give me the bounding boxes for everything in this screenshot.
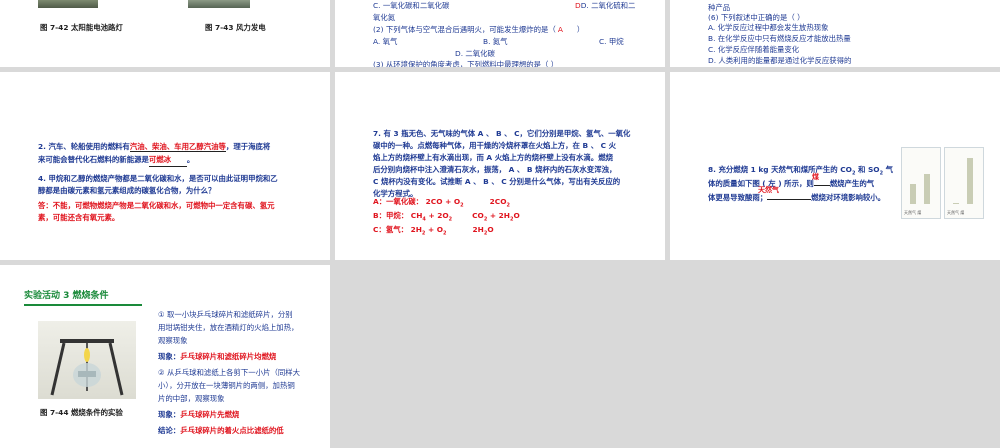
question-line: 来可能会替代化石燃料的新能源是可燃冰。 <box>38 154 194 167</box>
slide-4: 2. 汽车、轮船使用的燃料有汽油、柴油、车用乙醇汽油等，理于海底将 来可能会替代… <box>0 72 330 260</box>
equation-rhs: + 2H <box>487 211 510 220</box>
observation-label: 现象： <box>158 410 181 419</box>
question-text: D. 二氧化硫和二 <box>580 1 636 10</box>
title-underline <box>24 304 142 306</box>
question-line: 氧化氮 <box>373 13 396 22</box>
step-line: 片的中部，观察现象 <box>158 394 225 403</box>
equation-c: C：氢气： 2H2 + O2 2H2O <box>373 224 494 236</box>
answer-blank: 汽油、柴油、车用乙醇汽油等 <box>129 142 226 152</box>
conclusion: 结论：乒乓球碎片的着火点比滤纸的低 <box>158 425 284 437</box>
option-a: A. 氧气 <box>373 37 398 46</box>
chart-bar <box>924 174 930 204</box>
question-line: C. 一氧化碳和二氧化碳 <box>373 1 450 10</box>
subscript: 2 <box>443 230 447 237</box>
experiment-photo <box>38 321 136 399</box>
question-text: 燃烧产生的气 <box>829 179 875 188</box>
question-text: 气 <box>883 165 894 174</box>
figure-caption: 图 7-42 太阳能电池路灯 <box>40 23 123 32</box>
step-line: ① 取一小块乒乓球碎片和滤纸碎片，分别 <box>158 310 293 319</box>
question-text: 体更易导致酸雨； <box>708 193 768 202</box>
subscript: 2 <box>460 202 464 209</box>
step-line: ② 从乒乓球和滤纸上各剪下一小片（同样大 <box>158 368 301 377</box>
subscript: 2 <box>506 202 510 209</box>
option-d: D. 人类利用的能量都是通过化学反应获得的 <box>708 56 852 65</box>
question-line: 2. 汽车、轮船使用的燃料有汽油、柴油、车用乙醇汽油等，理于海底将 <box>38 141 270 153</box>
observation-text: 乒乓球碎片和滤纸碎片均燃烧 <box>180 352 277 361</box>
answer-text: 素，可能还含有氧元素。 <box>38 213 120 222</box>
observation-2: 现象：乒乓球碎片先燃烧 <box>158 409 239 421</box>
chart-bar <box>953 203 959 204</box>
question-line: 醇都是由碳元素和氢元素组成的碳氢化合物，为什么？ <box>38 186 216 195</box>
question-line: 7. 有 3 瓶无色、无气味的气体 A 、 B 、 C，它们分别是甲烷、氢气、一… <box>373 129 631 138</box>
question-line: 体的质量如下图 ( 左 ) 所示，则 燃烧产生的气 <box>708 178 874 190</box>
question-text: 。 <box>186 155 195 164</box>
equation-lhs: + O <box>425 225 444 234</box>
question-text: ，理于海底将 <box>225 142 271 151</box>
equation-a: A：一氧化碳： 2CO + O2 2CO2 <box>373 196 510 208</box>
activity-title: 实验活动 3 燃烧条件 <box>24 291 109 301</box>
chart-bar <box>967 158 973 204</box>
step-line: 用坩埚钳夹住，放在酒精灯的火焰上加热， <box>158 323 299 332</box>
equation-rhs: CO <box>472 211 484 220</box>
question-text: 2. 汽车、轮船使用的燃料有 <box>38 142 130 151</box>
slide-7: 实验活动 3 燃烧条件 图 7-44 燃烧条件的实验 ① 取一小块乒乓球碎片和滤… <box>0 265 330 448</box>
question-line: (2) 下列气体与空气混合后遇明火，可能发生爆炸的是（ A ） <box>373 24 584 36</box>
observation-text: 乒乓球碎片先燃烧 <box>180 410 240 419</box>
chart-bar <box>910 184 916 204</box>
equation-rhs: O <box>513 211 520 220</box>
question-line: C 烧杯内没有变化。试推断 A 、 B 、 C 分别是什么气体，写出有关反应的 <box>373 177 621 186</box>
chart-caption: 天然气 煤 <box>904 210 922 215</box>
subscript: 2 <box>448 216 453 223</box>
slide-2: C. 一氧化碳和二氧化碳 DD. 二氧化硫和二 氧化氮 (2) 下列气体与空气混… <box>335 0 665 67</box>
option-c: C. 甲烷 <box>599 37 624 46</box>
question-line: (3) 从环境保护的角度考虑，下列燃料中最理想的是（ ） <box>373 60 559 67</box>
solar-street-light-image <box>38 0 98 8</box>
answer-text: 答：不能，可燃物燃烧产物是二氧化碳和水，可燃物中一定含有碳、氢元 <box>38 201 275 210</box>
equation-lhs: 2CO + O <box>425 197 461 206</box>
equation-label: C：氢气： <box>373 225 408 234</box>
conclusion-text: 乒乓球碎片的着火点比滤纸的低 <box>180 426 284 435</box>
observation-label: 现象： <box>158 352 181 361</box>
equation-label: A：一氧化碳： <box>373 197 424 206</box>
chart-caption: 天然气 煤 <box>947 210 965 215</box>
question-line: 8. 充分燃烧 1 kg 天然气和煤所产生的 CO2 和 SO2 气 <box>708 164 893 176</box>
so2-chart: 天然气 煤 <box>944 147 984 219</box>
question-line: 体更易导致酸雨； 燃烧对环境影响较小。 <box>708 192 885 204</box>
option-b: B. 氮气 <box>483 37 508 46</box>
question-text: ） <box>576 25 585 34</box>
equation-rhs: 2CO <box>489 197 507 206</box>
co2-chart: 天然气 煤 <box>901 147 941 219</box>
question-line: 4. 甲烷和乙醇的燃烧产物都是二氧化碳和水，是否可以由此证明甲烷和乙 <box>38 174 278 183</box>
slide-5: 7. 有 3 瓶无色、无气味的气体 A 、 B 、 C，它们分别是甲烷、氢气、一… <box>335 72 665 260</box>
slide-1: 图 7-42 太阳能电池路灯 图 7-43 风力发电 <box>0 0 330 67</box>
equation-lhs: + 2O <box>425 211 449 220</box>
tripod-burner-illustration <box>50 339 124 396</box>
question-line: DD. 二氧化硫和二 <box>575 0 635 12</box>
question-line: 碳中的一种。点燃每种气体，用干燥的冷烧杯罩在火焰上方，在 B 、 C 火 <box>373 141 617 150</box>
conclusion-label: 结论： <box>158 426 181 435</box>
question-text: 燃烧对环境影响较小。 <box>811 193 886 202</box>
figure-caption: 图 7-44 燃烧条件的实验 <box>40 408 123 417</box>
step-line: 观察现象 <box>158 336 188 345</box>
answer-blank: 可燃冰 <box>148 154 187 167</box>
question-line: 焰上方的烧杯壁上有水滴出现，而 A 火焰上方的烧杯壁上没有水滴。燃烧 <box>373 153 613 162</box>
step-line: 小），分开放在一块薄铜片的两侧，加热铜 <box>158 381 295 390</box>
observation-1: 现象：乒乓球碎片和滤纸碎片均燃烧 <box>158 351 276 363</box>
equation-b: B：甲烷： CH4 + 2O2 CO2 + 2H2O <box>373 210 520 222</box>
question-text: 和 SO <box>855 165 880 174</box>
equation-lhs: 2H <box>410 225 422 234</box>
wind-power-image <box>188 0 250 8</box>
question-line: 后分别向烧杯中注入澄清石灰水，振荡， A 、 B 烧杯内的石灰水变浑浊， <box>373 165 617 174</box>
equation-rhs: 2H <box>472 225 484 234</box>
question-text: (2) 下列气体与空气混合后遇明火，可能发生爆炸的是（ <box>373 25 556 34</box>
question-text: 8. 充分燃烧 1 kg 天然气和煤所产生的 CO <box>708 165 852 174</box>
figure-caption: 图 7-43 风力发电 <box>205 23 266 32</box>
question-text: 来可能会替代化石燃料的新能源是 <box>38 155 149 164</box>
equation-label: B：甲烷： <box>373 211 409 220</box>
answer-mark: A <box>557 25 563 34</box>
slide-3: 种产品 (6) 下列叙述中正确的是（ ） A. 化学反应过程中都会发生放热现象 … <box>670 0 1000 67</box>
slide-6: 8. 充分燃烧 1 kg 天然气和煤所产生的 CO2 和 SO2 气 煤 体的质… <box>670 72 1000 260</box>
equation-lhs: CH <box>410 211 423 220</box>
equation-rhs: O <box>487 225 494 234</box>
